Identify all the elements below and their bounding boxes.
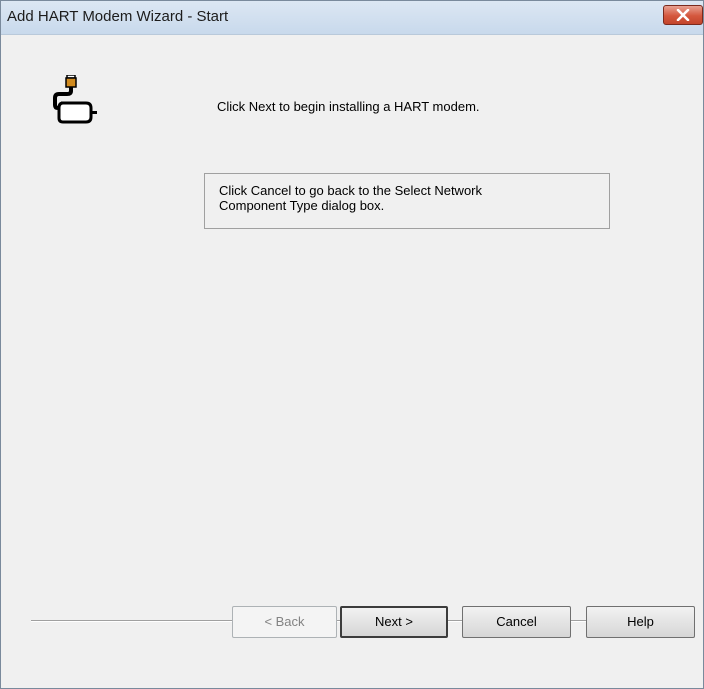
wizard-body: Click Next to begin installing a HART mo…	[1, 35, 703, 688]
hart-modem-icon	[53, 75, 97, 124]
wizard-window: Add HART Modem Wizard - Start Click Next…	[0, 0, 704, 689]
back-button[interactable]: < Back	[232, 606, 337, 638]
close-button[interactable]	[663, 5, 703, 25]
cancel-info-box: Click Cancel to go back to the Select Ne…	[204, 173, 610, 229]
close-icon	[676, 9, 690, 21]
help-button[interactable]: Help	[586, 606, 695, 638]
intro-text: Click Next to begin installing a HART mo…	[217, 99, 480, 114]
info-line: Component Type dialog box.	[219, 198, 385, 213]
cancel-button[interactable]: Cancel	[462, 606, 571, 638]
next-button[interactable]: Next >	[340, 606, 448, 638]
title-bar[interactable]: Add HART Modem Wizard - Start	[1, 1, 703, 35]
window-title: Add HART Modem Wizard - Start	[7, 8, 229, 25]
info-line: Click Cancel to go back to the Select Ne…	[219, 183, 483, 198]
